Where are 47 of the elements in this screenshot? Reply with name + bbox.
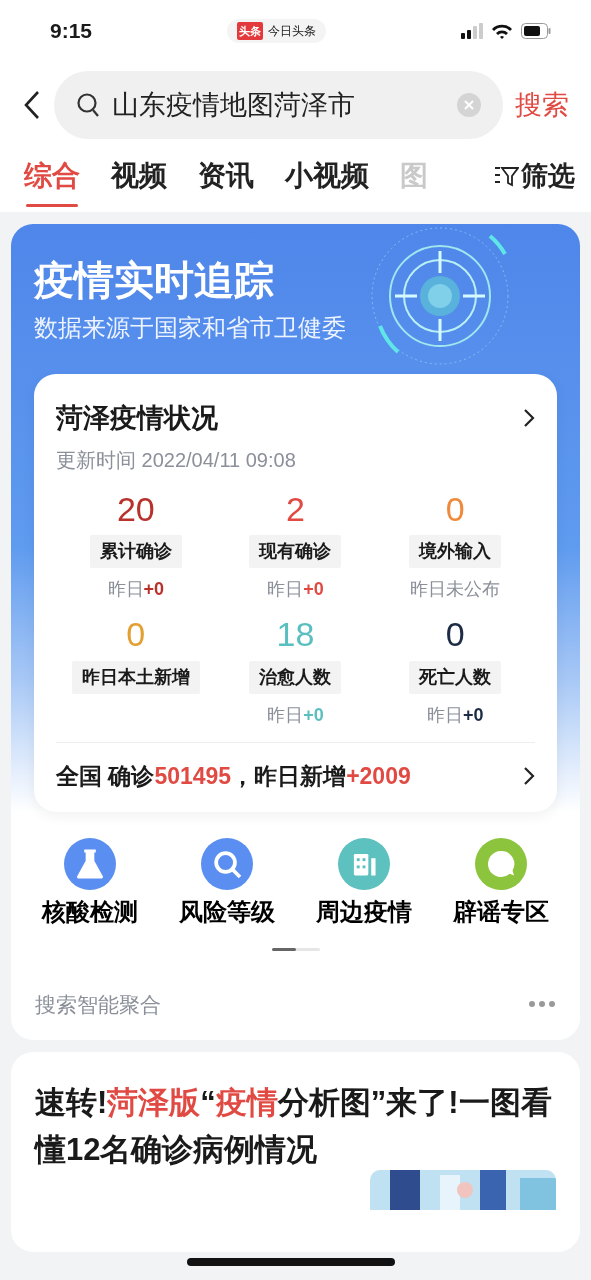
shortcut-button[interactable]: 风险等级 (158, 837, 296, 930)
status-time: 9:15 (50, 18, 93, 45)
stat-label: 现有确诊 (249, 535, 342, 569)
search-icon (76, 92, 100, 118)
search-button[interactable]: 搜索 (515, 84, 569, 126)
back-button[interactable] (22, 89, 42, 121)
stat-value: 0 (445, 614, 465, 656)
yesterday-change: 昨日未公布 (410, 579, 501, 600)
tab[interactable]: 视频 (111, 145, 179, 207)
yesterday-change: 昨日+0 (267, 705, 324, 726)
wifi-icon (491, 23, 513, 39)
app-logo-badge: 头条 (237, 21, 263, 41)
stat-label: 治愈人数 (249, 661, 342, 695)
shortcut-button[interactable]: 辟谣专区 (432, 837, 570, 930)
app-name: 今日头条 (268, 23, 316, 40)
stat-label: 累计确诊 (89, 535, 182, 569)
search-field[interactable]: 山东疫情地图菏泽市 (54, 71, 503, 139)
chevron-right-icon[interactable] (523, 408, 535, 429)
filter-icon (495, 165, 519, 187)
banner-title: 疫情实时追踪 (34, 257, 275, 304)
stat-label: 死亡人数 (409, 661, 502, 695)
tab[interactable]: 综合 (24, 145, 92, 207)
page-indicator (271, 947, 320, 951)
stat-label: 境外输入 (409, 535, 502, 569)
chevron-right-icon[interactable] (523, 766, 535, 787)
stat-value: 0 (126, 614, 146, 656)
status-title: 菏泽疫情状况 (56, 402, 218, 435)
stat-value: 18 (276, 614, 315, 656)
yesterday-change: 昨日+0 (107, 579, 165, 600)
signal-icon (461, 23, 483, 39)
stat-label: 昨日本土新增 (71, 661, 200, 695)
stat-value: 20 (116, 488, 155, 530)
battery-icon (521, 23, 551, 39)
shortcut-button[interactable]: 周边疫情 (295, 837, 433, 930)
stat-value: 0 (445, 488, 465, 530)
tab[interactable]: 小视频 (285, 145, 381, 207)
section-label: 搜索智能聚合 (35, 991, 161, 1018)
update-time: 更新时间 2022/04/11 09:08 (56, 447, 297, 473)
yesterday-change: 昨日+0 (267, 579, 324, 600)
yesterday-change: 昨日+0 (426, 705, 484, 726)
article-headline[interactable]: 速转!菏泽版“疫情分析图”来了!一图看懂12名确诊病例情况 (35, 1080, 556, 1174)
tab[interactable]: 资讯 (198, 145, 266, 207)
stat-value: 2 (286, 488, 305, 530)
national-summary[interactable]: 全国 确诊501495，昨日新增+2009 (56, 759, 411, 794)
more-icon[interactable] (528, 1000, 556, 1009)
shortcut-button[interactable]: 核酸检测 (21, 837, 159, 930)
banner-subtitle: 数据来源于国家和省市卫健委 (34, 313, 347, 343)
